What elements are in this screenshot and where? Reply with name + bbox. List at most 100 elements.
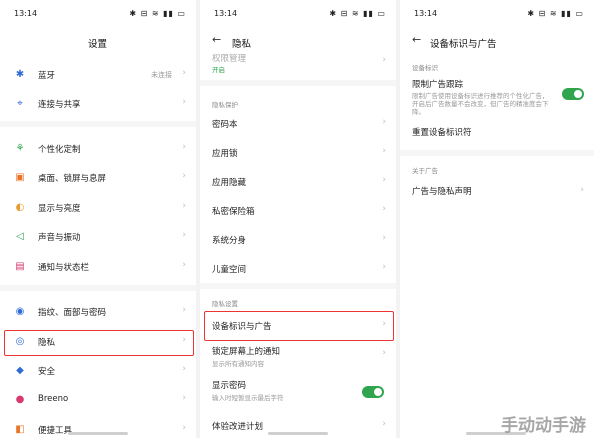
chevron-right-icon: › [382, 419, 386, 429]
privacy-item-6[interactable]: 儿童空间 › [200, 257, 396, 281]
item-sub: 显示所有通知内容 [212, 360, 264, 368]
chevron-right-icon: › [182, 393, 186, 403]
limit-ad-tracking-row[interactable]: 限制广告跟踪 限制广告使用设备标识进行推荐的个性化广告，开启后广告数量不会改变，… [400, 78, 594, 116]
divider [400, 150, 594, 156]
bluetooth-icon: ✱ [15, 69, 25, 80]
item-label: 应用锁 [212, 149, 238, 159]
home-indicator [268, 432, 328, 435]
item-label: 安全 [38, 367, 56, 377]
tools-icon: ◧ [15, 424, 25, 435]
settings-item-11[interactable]: ● Breeno › [0, 388, 196, 412]
item-label: 密码本 [212, 120, 238, 130]
item-label: 声音与振动 [38, 233, 81, 243]
permission-item[interactable]: 权限管理 开启 › [200, 50, 396, 74]
privacy-item-5[interactable]: 系统分身 › [200, 228, 396, 252]
ad-privacy-statement-label: 广告与隐私声明 [412, 187, 472, 197]
settings-item-1[interactable]: ✱ 蓝牙 › 未连接 [0, 63, 196, 87]
item-label: 私密保险箱 [212, 207, 255, 217]
settings-item-10[interactable]: ◆ 安全 › [0, 359, 196, 383]
settings-item-6[interactable]: ◁ 声音与振动 › [0, 225, 196, 249]
chevron-right-icon: › [182, 230, 186, 240]
item-label: 桌面、锁屏与息屏 [38, 174, 107, 184]
back-arrow-icon[interactable]: ← [412, 33, 421, 46]
divider [0, 285, 196, 291]
settings-panel: 13:14 ✱ ⊟ ≋ ▮▮ ▭ 设置 ✱ 蓝牙 › 未连接 ⌖ 连接与共享 › ⚘ 个性化定制… [0, 0, 196, 438]
page-title: 隐私 [232, 39, 252, 50]
chevron-right-icon: › [182, 364, 186, 374]
watermark-logo: 手动动手游 [501, 416, 586, 436]
fingerprint-icon: ◉ [15, 306, 25, 317]
limit-ad-tracking-toggle[interactable] [562, 88, 584, 100]
status-time: 13:14 [214, 9, 238, 18]
limit-ad-tracking-label: 限制广告跟踪 [412, 80, 464, 90]
chevron-right-icon: › [182, 68, 186, 78]
status-bar: 13:14 ✱ ⊟ ≋ ▮▮ ▭ [400, 9, 594, 21]
divider [200, 283, 396, 289]
reset-device-id-row[interactable]: 重置设备标识符 [400, 122, 594, 146]
item-label: 蓝牙 [38, 71, 56, 81]
settings-item-12[interactable]: ◧ 便捷工具 › [0, 418, 196, 438]
item-label: 系统分身 [212, 236, 247, 246]
sound-icon: ◁ [16, 231, 24, 242]
share-icon: ⌖ [17, 98, 23, 109]
item-value: 未连接 [151, 71, 172, 79]
chevron-right-icon: › [382, 146, 386, 156]
breeno-icon: ● [15, 394, 25, 405]
status-icons: ✱ ⊟ ≋ ▮▮ ▭ [527, 9, 584, 18]
item-label: 个性化定制 [38, 145, 81, 155]
chevron-right-icon: › [182, 97, 186, 107]
show-password-toggle[interactable] [362, 386, 384, 398]
permission-label: 权限管理 [212, 54, 247, 64]
privacy-item-2[interactable]: 应用锁 › [200, 141, 396, 165]
chevron-right-icon: › [182, 260, 186, 270]
divider [0, 121, 196, 127]
item-sub: 输入时短暂显示最后字符 [212, 394, 284, 402]
wallpaper-icon: ▣ [15, 172, 25, 183]
personalize-icon: ⚘ [15, 143, 25, 154]
privacy-item-3[interactable]: 应用隐藏 › [200, 170, 396, 194]
privacy-panel: 13:14 ✱ ⊟ ≋ ▮▮ ▭ ← 隐私 权限管理 开启 › 隐私保护 密码本… [200, 0, 396, 438]
settings-item-8[interactable]: ◉ 指纹、面部与密码 › [0, 300, 196, 324]
item-label: 儿童空间 [212, 265, 247, 275]
page-title: 设备标识与广告 [430, 39, 497, 50]
status-time: 13:14 [414, 9, 438, 18]
ad-privacy-statement-row[interactable]: 广告与隐私声明 › [400, 180, 594, 204]
privacy-setting-item-2[interactable]: 锁定屏幕上的通知 › 显示所有通知内容 [200, 343, 396, 368]
permission-sub: 开启 [212, 66, 225, 74]
chevron-right-icon: › [382, 204, 386, 214]
settings-item-2[interactable]: ⌖ 连接与共享 › [0, 92, 196, 116]
item-label: 显示与亮度 [38, 204, 81, 214]
device-id-panel: 13:14 ✱ ⊟ ≋ ▮▮ ▭ ← 设备标识与广告 设备标识 限制广告跟踪 限… [400, 0, 594, 438]
privacy-item-1[interactable]: 密码本 › [200, 112, 396, 136]
item-label: 锁定屏幕上的通知 [212, 347, 281, 357]
back-arrow-icon[interactable]: ← [212, 33, 221, 46]
item-label: 便捷工具 [38, 426, 73, 436]
section-privacy-settings: 隐私设置 [212, 300, 238, 308]
privacy-item-4[interactable]: 私密保险箱 › [200, 199, 396, 223]
home-indicator [68, 432, 128, 435]
security-icon: ◆ [16, 365, 24, 376]
page-title: 设置 [88, 39, 108, 50]
chevron-right-icon: › [182, 142, 186, 152]
settings-item-5[interactable]: ◐ 显示与亮度 › [0, 196, 196, 220]
item-label: 体验改进计划 [212, 422, 264, 432]
status-icons: ✱ ⊟ ≋ ▮▮ ▭ [129, 9, 186, 18]
chevron-right-icon: › [182, 423, 186, 433]
limit-ad-tracking-desc: 限制广告使用设备标识进行推荐的个性化广告，开启后广告数量不会改变，但广告的精准度… [412, 92, 549, 116]
reset-device-id-label: 重置设备标识符 [412, 128, 472, 138]
chevron-right-icon: › [182, 305, 186, 315]
status-icons: ✱ ⊟ ≋ ▮▮ ▭ [329, 9, 386, 18]
chevron-right-icon: › [382, 175, 386, 185]
chevron-right-icon: › [382, 55, 386, 65]
chevron-right-icon: › [382, 233, 386, 243]
chevron-right-icon: › [182, 201, 186, 211]
section-about-ads: 关于广告 [412, 167, 438, 175]
item-label: 连接与共享 [38, 100, 81, 110]
item-label: Breeno [38, 394, 69, 404]
section-device-id: 设备标识 [412, 64, 438, 72]
chevron-right-icon: › [382, 348, 386, 358]
chevron-right-icon: › [580, 185, 584, 195]
settings-item-3[interactable]: ⚘ 个性化定制 › [0, 137, 196, 161]
settings-item-4[interactable]: ▣ 桌面、锁屏与息屏 › [0, 166, 196, 190]
settings-item-7[interactable]: ▤ 通知与状态栏 › [0, 255, 196, 279]
